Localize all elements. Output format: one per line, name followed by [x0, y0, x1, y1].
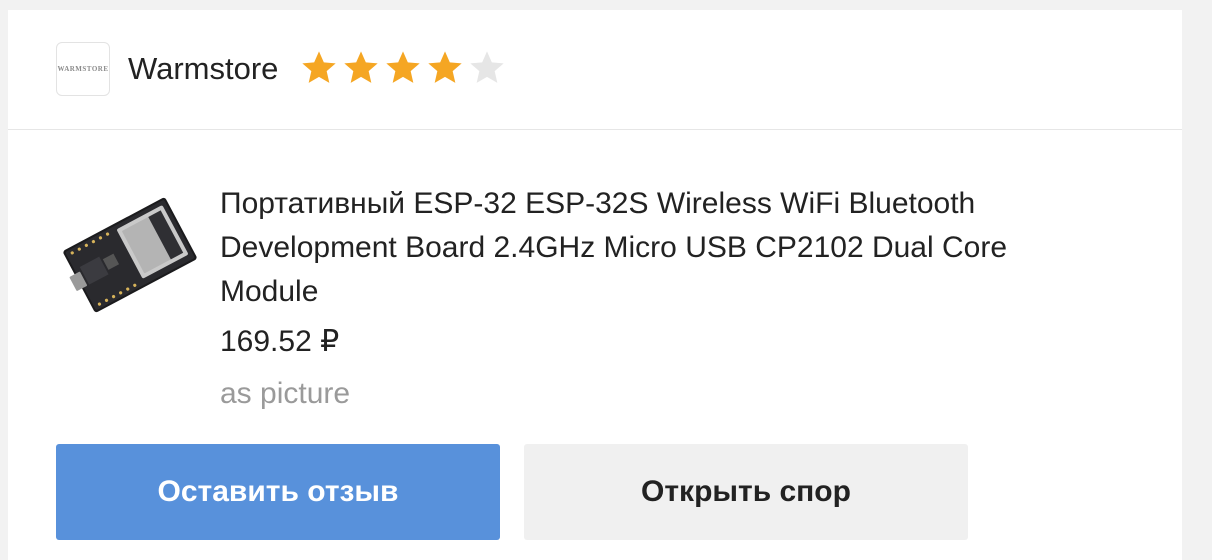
esp32-board-image	[63, 197, 197, 313]
product-price: 169.52 ₽	[220, 325, 340, 358]
star-filled-icon	[386, 51, 420, 83]
leave-review-button[interactable]: Оставить отзыв	[56, 444, 500, 540]
store-logo[interactable]: WARMSTORE	[56, 42, 110, 96]
product-title[interactable]: Портативный ESP-32 ESP-32S Wireless WiFi…	[220, 182, 1080, 314]
star-filled-icon	[302, 51, 336, 83]
store-rating	[298, 48, 508, 88]
star-filled-icon	[344, 51, 378, 83]
order-item-card: WARMSTORE Warmstore Портативный ESP-32 E…	[8, 10, 1182, 560]
star-empty-icon	[470, 51, 504, 83]
store-header: WARMSTORE Warmstore	[8, 10, 1182, 130]
product-image[interactable]	[60, 190, 200, 320]
store-logo-text: WARMSTORE	[57, 65, 109, 73]
open-dispute-button[interactable]: Открыть спор	[524, 444, 968, 540]
product-variant: as picture	[220, 377, 351, 410]
star-filled-icon	[428, 51, 462, 83]
store-name[interactable]: Warmstore	[128, 50, 278, 88]
